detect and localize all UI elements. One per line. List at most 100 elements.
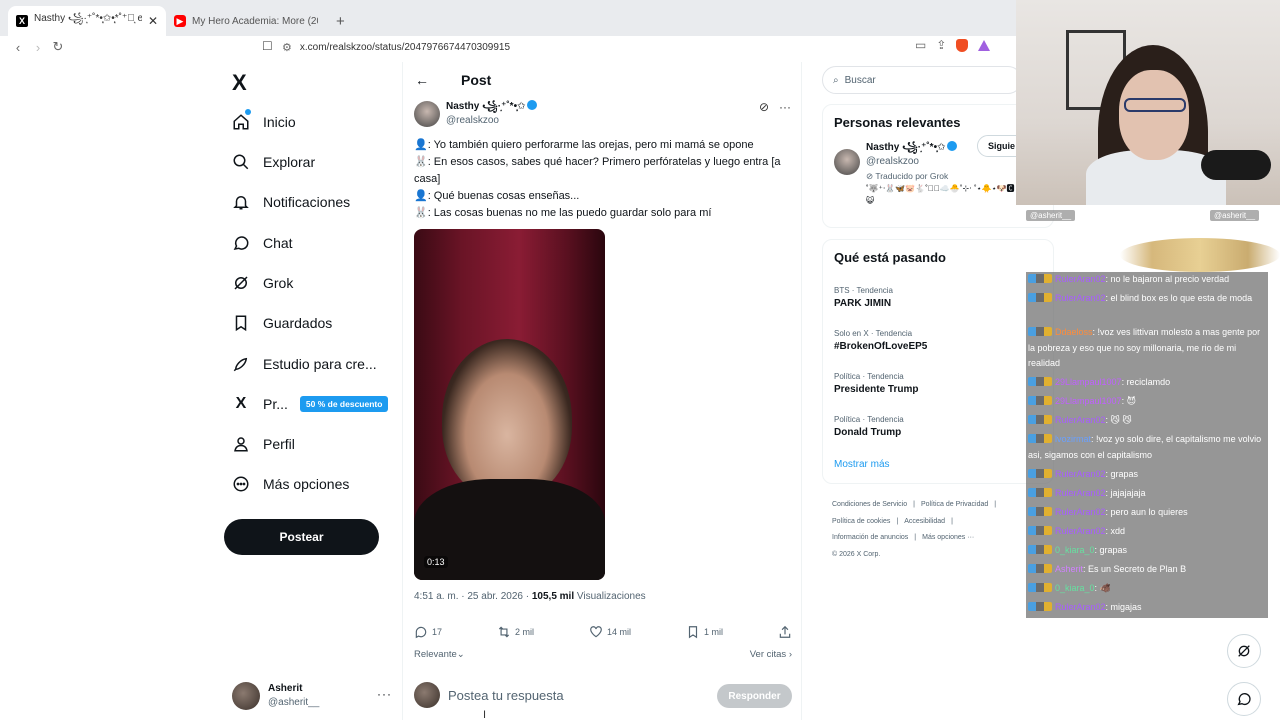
- nav-item-premium[interactable]: X Pr... 50 % de descuento: [231, 389, 389, 419]
- trend-item[interactable]: Política · Tendencia Presidente Trump: [834, 370, 918, 396]
- home-icon: [231, 112, 251, 132]
- trend-item[interactable]: Solo en X · Tendencia #BrokenOfLoveEP5: [834, 327, 927, 353]
- repost-icon: [498, 626, 510, 638]
- back-arrow-icon[interactable]: ‹: [8, 40, 28, 55]
- nav-item-grok[interactable]: Grok: [231, 268, 293, 298]
- chat-message: RulerAran02: grapas: [1028, 467, 1266, 483]
- repost-count: 2 mil: [515, 627, 535, 637]
- post-actions: 17 2 mil 14 mil 1 mil: [414, 625, 792, 639]
- search-input[interactable]: ⌕ Buscar: [822, 66, 1022, 94]
- footer-link[interactable]: Accesibilidad: [904, 518, 945, 525]
- trend-item[interactable]: Política · Tendencia Donald Trump: [834, 413, 904, 439]
- chat-message: 0_kiara_0: 🐗: [1028, 581, 1266, 597]
- chat-badges-icon: [1028, 434, 1052, 443]
- more-circle-icon: [231, 474, 251, 494]
- post-line: 🐰: En esos casos, sabes qué hacer? Prime…: [414, 156, 784, 185]
- nav-item-home[interactable]: Inicio: [231, 107, 296, 137]
- relevant-name[interactable]: Nasthy ꧁·͙⁺˚*•̩̩͙✩: [866, 142, 945, 153]
- chevron-down-icon: ⌄: [456, 649, 465, 660]
- x-premium-icon: X: [235, 395, 247, 412]
- translated-by: Traducido por Grok: [875, 171, 949, 181]
- bookmark-page-icon[interactable]: ☐: [262, 39, 273, 53]
- nav-label: Guardados: [263, 315, 333, 331]
- post-author[interactable]: Nasthy ꧁·͙⁺˚*•̩̩͙✩ @realskzoo: [414, 100, 538, 128]
- cast-icon[interactable]: ▭: [915, 38, 926, 52]
- chat-message: RulerAran02: migajas: [1028, 600, 1266, 616]
- share-button[interactable]: [778, 625, 792, 639]
- post-button[interactable]: Postear: [224, 519, 379, 555]
- more-icon[interactable]: ···: [377, 687, 392, 701]
- browser-tab-active[interactable]: X Nasthy ꧁·͙⁺˚*•̩̩͙✩•̩̩͙*˚⁺‧͙ en X: "👤: …: [8, 6, 166, 36]
- forward-arrow-icon[interactable]: ›: [28, 40, 48, 55]
- verified-badge-icon: [527, 100, 538, 110]
- author-name[interactable]: Nasthy ꧁·͙⁺˚*•̩̩͙✩: [446, 101, 525, 112]
- post-column: ← Post Nasthy ꧁·͙⁺˚*•̩̩͙✩ @realskzoo ⊘ ·…: [402, 62, 802, 720]
- new-tab-button[interactable]: +: [326, 13, 345, 36]
- chat-message: Asherit: Es un Secreto de Plan B: [1028, 562, 1266, 578]
- reply-button[interactable]: 17: [414, 625, 442, 639]
- microphone: [1201, 150, 1271, 180]
- reply-input[interactable]: Postea tu respuesta: [448, 688, 564, 703]
- more-options-icon[interactable]: ···: [779, 100, 791, 114]
- trend-item[interactable]: BTS · Tendencia PARK JIMIN: [834, 284, 893, 310]
- show-more-link[interactable]: Mostrar más: [834, 459, 890, 470]
- left-navigation: X Inicio Explorar Notificaciones Chat Gr…: [224, 62, 404, 720]
- nav-item-notifications[interactable]: Notificaciones: [231, 187, 350, 217]
- relevant-bio: ˚🐺⁺‧🐰🦋🐷🐇˚⋆ﾟ☁️🐣˚⊹‧ ˚⋆🐥⋆🐶🅲😺: [866, 184, 1015, 205]
- like-button[interactable]: 14 mil: [589, 625, 631, 639]
- panel-title: Qué está pasando: [834, 250, 946, 265]
- nav-item-bookmarks[interactable]: Guardados: [231, 308, 332, 338]
- stream-handle-left: @asherit__: [1026, 210, 1076, 221]
- browser-tab-youtube[interactable]: ▶ My Hero Academia: More (2026) - Tr: [166, 6, 326, 36]
- post-line: 🐰: Las cosas buenas no me las puedo guar…: [414, 207, 712, 219]
- account-switcher[interactable]: Asherit @asherit__ ···: [232, 679, 392, 713]
- nav-item-profile[interactable]: Perfil: [231, 429, 295, 459]
- streamer-glasses: [1124, 98, 1186, 112]
- nav-label: Más opciones: [263, 476, 350, 492]
- bookmark-button[interactable]: 1 mil: [686, 625, 723, 639]
- share-icon[interactable]: ⇪: [936, 38, 946, 52]
- nav-item-creator-studio[interactable]: Estudio para cre...: [231, 349, 377, 379]
- close-tab-icon[interactable]: ✕: [148, 14, 158, 28]
- footer-link[interactable]: Política de Privacidad: [921, 501, 988, 508]
- grok-icon: ⊘: [866, 171, 876, 181]
- youtube-favicon-icon: ▶: [174, 15, 186, 27]
- site-settings-icon[interactable]: ⚙: [282, 41, 292, 54]
- brave-shield-icon[interactable]: [956, 38, 969, 52]
- post-text: 👤: Yo también quiero perforarme las orej…: [414, 137, 794, 222]
- chat-badges-icon: [1028, 377, 1052, 386]
- stream-handle-right: @asherit__: [1210, 210, 1260, 221]
- chat-message: 0_kiara_0: grapas: [1028, 543, 1266, 559]
- nav-item-more[interactable]: Más opciones: [231, 469, 349, 499]
- bell-icon: [231, 192, 251, 212]
- chat-message: RulerAran02: jajajajaja: [1028, 486, 1266, 502]
- url-field[interactable]: ⚙ x.com/realskzoo/status/204797667447030…: [282, 37, 912, 57]
- sort-replies-dropdown[interactable]: Relevante⌄: [414, 649, 465, 660]
- grok-icon: [1238, 645, 1250, 657]
- post-timestamp[interactable]: 4:51 a. m. · 25 abr. 2026 ·: [414, 591, 532, 602]
- views-label: Visualizaciones: [574, 591, 646, 602]
- back-arrow-icon[interactable]: ←: [415, 72, 429, 88]
- nav-item-chat[interactable]: Chat: [231, 228, 293, 258]
- view-quotes-link[interactable]: Ver citas ›: [750, 649, 792, 660]
- messages-floating-button[interactable]: [1227, 682, 1261, 716]
- x-favicon-icon: X: [16, 15, 28, 27]
- reply-button[interactable]: Responder: [717, 684, 792, 708]
- x-logo-icon[interactable]: X: [232, 70, 247, 96]
- grok-floating-button[interactable]: [1227, 634, 1261, 668]
- reload-icon[interactable]: ↻: [48, 39, 68, 55]
- footer-link[interactable]: Política de cookies: [832, 518, 890, 525]
- footer-link[interactable]: Condiciones de Servicio: [832, 501, 907, 508]
- footer-link[interactable]: Información de anuncios: [832, 534, 908, 541]
- brave-rewards-icon[interactable]: [978, 39, 991, 51]
- repost-button[interactable]: 2 mil: [497, 625, 534, 639]
- author-avatar[interactable]: [414, 101, 440, 127]
- footer-link[interactable]: Más opciones ···: [922, 534, 974, 541]
- nav-item-explore[interactable]: Explorar: [231, 147, 315, 177]
- grok-explain-icon[interactable]: ⊘: [759, 100, 769, 114]
- chat-badges-icon: [1028, 564, 1052, 573]
- post-video[interactable]: 0:13: [414, 229, 605, 580]
- chat-message: 29Llampaul1007: 😈: [1028, 394, 1266, 410]
- bookmark-icon: [231, 313, 251, 333]
- relevant-avatar[interactable]: [834, 149, 860, 175]
